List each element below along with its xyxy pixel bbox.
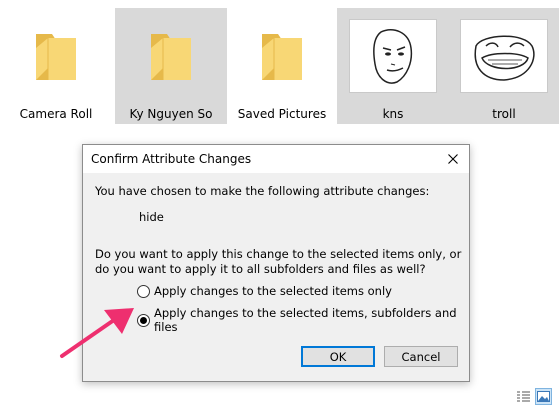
dialog-question: Do you want to apply this change to the … (95, 247, 462, 276)
folder-icon (115, 8, 227, 104)
file-label: troll (492, 107, 516, 121)
folder-camera-roll[interactable]: Camera Roll (0, 8, 112, 124)
confirm-attribute-changes-dialog: Confirm Attribute Changes You have chose… (82, 144, 470, 382)
file-label: Ky Nguyen So (129, 107, 213, 121)
details-view-icon[interactable] (515, 388, 532, 405)
view-toggle (515, 388, 555, 405)
meme-face-thumbnail-icon (349, 19, 437, 93)
cancel-button[interactable]: Cancel (384, 346, 458, 367)
file-label: Saved Pictures (237, 107, 327, 121)
file-label: Camera Roll (19, 107, 93, 121)
image-kns[interactable]: kns (337, 8, 449, 124)
folder-icon (0, 8, 112, 104)
dialog-message: You have chosen to make the following at… (95, 184, 430, 198)
folder-saved-pictures[interactable]: Saved Pictures (226, 8, 338, 124)
folder-ky-nguyen-so[interactable]: Ky Nguyen So (115, 8, 227, 124)
large-icons-view-icon[interactable] (535, 388, 552, 405)
option-items-subfolders-files[interactable]: Apply changes to the selected items, sub… (137, 306, 469, 334)
troll-face-thumbnail-icon (460, 19, 548, 93)
close-button[interactable] (443, 149, 463, 169)
radio-button[interactable] (137, 284, 150, 298)
option-selected-items-only[interactable]: Apply changes to the selected items only (137, 284, 392, 298)
attribute-change: hide (139, 210, 164, 224)
option-label: Apply changes to the selected items only (154, 284, 392, 298)
pointer-arrow-icon (60, 308, 134, 358)
folder-icon (226, 8, 338, 104)
dialog-title: Confirm Attribute Changes (91, 152, 252, 166)
radio-button-checked[interactable] (137, 313, 150, 327)
image-troll[interactable]: troll (448, 8, 559, 124)
ok-button[interactable]: OK (301, 346, 375, 367)
file-label: kns (382, 107, 404, 121)
close-icon (448, 154, 458, 164)
dialog-titlebar[interactable]: Confirm Attribute Changes (83, 145, 469, 173)
option-label: Apply changes to the selected items, sub… (154, 306, 457, 334)
